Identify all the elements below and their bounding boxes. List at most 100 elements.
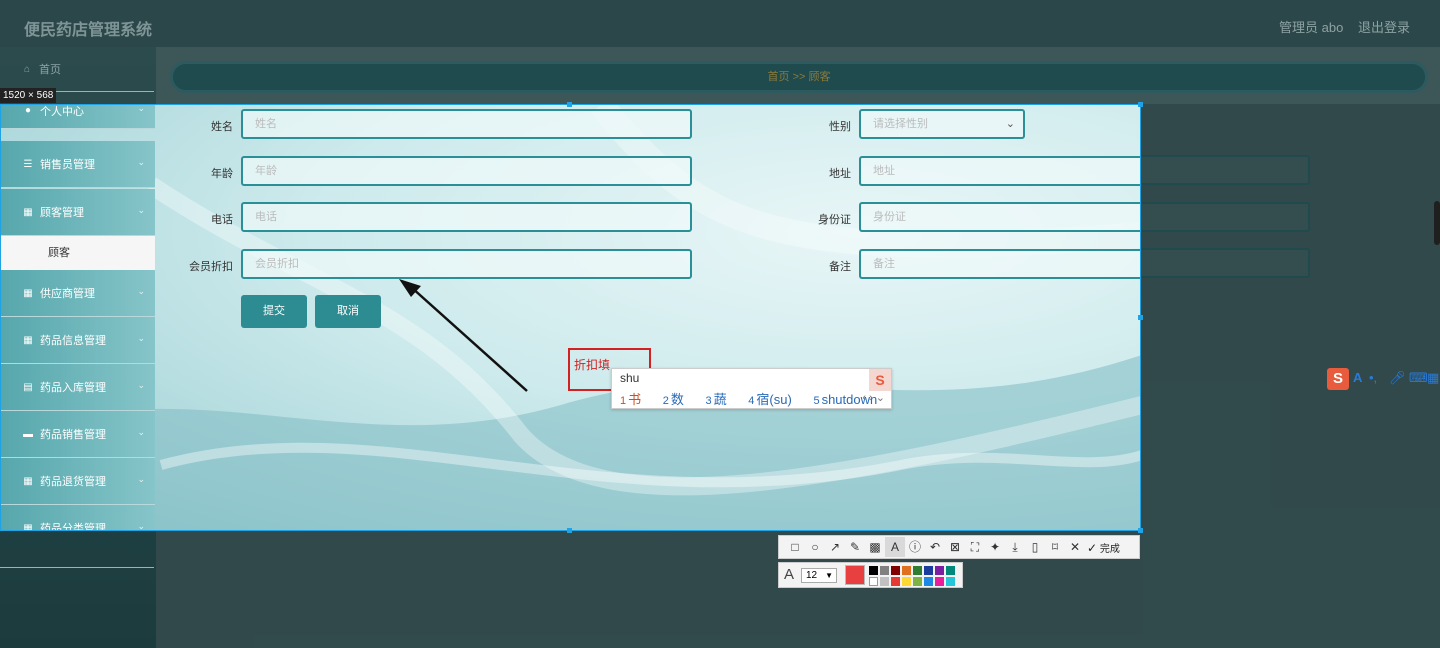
number-marker-icon[interactable]: ⓘ [905,537,925,557]
color-swatch[interactable] [924,566,933,575]
resize-handle[interactable] [1138,102,1143,107]
color-swatch[interactable] [924,577,933,586]
sidebar-item-suppliers[interactable]: ▦ 供应商管理 ⌄ [1,270,155,317]
id-input-outer [1140,202,1310,232]
color-swatch[interactable] [935,577,944,586]
color-swatch[interactable] [869,577,878,586]
ime-candidate[interactable]: 3蔬 [706,392,736,407]
chevron-down-icon: ⌄ [137,427,145,437]
gender-select[interactable]: 请选择性别 ⌄ [859,109,1025,139]
submit-button[interactable]: 提交 [241,295,307,328]
color-swatch[interactable] [913,566,922,575]
address-input[interactable]: 地址 [859,156,1140,186]
color-swatch[interactable] [902,577,911,586]
id-card-label: 身份证 [818,214,851,226]
text-properties-bar: A 12 ▼ [778,562,963,588]
resize-handle[interactable] [567,528,572,533]
cancel-button[interactable]: 取消 [315,295,381,328]
pen-icon[interactable]: ✎ [845,537,865,557]
sidebar-item-categories[interactable]: ▦ 药品分类管理 ⌄ [1,505,155,531]
microphone-icon: 🎤︎ [1389,370,1406,385]
phone-icon[interactable]: ▯ [1025,537,1045,557]
sidebar-item-label: 个人中心 [40,105,84,118]
chevron-down-icon: ⌄ [137,286,145,296]
font-size-select[interactable]: 12 ▼ [801,568,837,583]
ocr-icon[interactable]: ⊠ [945,537,965,557]
ellipse-icon[interactable]: ○ [805,537,825,557]
color-swatch[interactable] [902,566,911,575]
grid-icon: ▦ [23,475,33,487]
current-color-swatch[interactable] [845,565,865,585]
grid-icon: ▦ [23,206,33,218]
age-input[interactable]: 年龄 [241,156,692,186]
resize-handle[interactable] [567,102,572,107]
undo-icon[interactable]: ↶ [925,537,945,557]
ime-candidate[interactable]: 1书 [620,392,650,407]
color-swatch[interactable] [891,566,900,575]
sidebar-item-label: 药品分类管理 [40,523,106,531]
color-swatch[interactable] [913,577,922,586]
color-swatch[interactable] [935,566,944,575]
color-swatch[interactable] [946,577,955,586]
scan-icon[interactable]: ⛶ [965,537,985,557]
sidebar-item-label: 药品退货管理 [40,476,106,488]
sidebar-item-sales-staff[interactable]: ☰ 销售员管理 ⌄ [1,141,155,188]
clipboard-icon: ▤ [23,381,33,393]
discount-input[interactable]: 会员折扣 [241,249,692,279]
sidebar-item-label: 药品信息管理 [40,335,106,347]
close-icon[interactable]: ✕ [1065,537,1085,557]
keyboard-icon: ⌨ [1409,370,1428,385]
sidebar-item-returns[interactable]: ▦ 药品退货管理 ⌄ [1,458,155,505]
remark-input[interactable]: 备注 [859,249,1140,279]
color-swatch[interactable] [880,566,889,575]
pin-icon[interactable]: ✦ [985,537,1005,557]
arrow-icon[interactable]: ↗ [825,537,845,557]
grid-icon: ▦ [23,287,33,299]
color-swatch[interactable] [869,566,878,575]
chevron-down-icon: ⌄ [1005,118,1015,130]
capture-selection[interactable]: ● 个人中心 ⌄ ☰ 销售员管理 ⌄ ▦ 顾客管理 ⌄ 顾客 ▦ 供应商管理 ⌄… [0,104,1141,531]
ime-candidate[interactable]: 2数 [663,392,693,407]
bookmark-icon[interactable]: ⌑ [1045,537,1065,557]
color-swatch[interactable] [891,577,900,586]
chevron-down-icon: ⌄ [137,521,145,531]
color-swatch[interactable] [946,566,955,575]
top-bar: 便民药店管理系统 管理员 abo 退出登录 [0,0,1440,47]
done-button[interactable]: ✓ 完成 [1087,540,1120,555]
sidebar-item-customers[interactable]: ▦ 顾客管理 ⌄ [1,189,155,236]
sidebar-item-profile[interactable]: ● 个人中心 ⌄ [1,105,155,129]
sidebar-item-label: 供应商管理 [40,288,95,300]
sidebar-item-stock-in[interactable]: ▤ 药品入库管理 ⌄ [1,364,155,411]
scroll-handle[interactable] [1434,201,1440,245]
resize-handle[interactable] [1138,528,1143,533]
text-tool-icon[interactable]: A [885,537,905,557]
download-icon[interactable]: ⤓ [1005,537,1025,557]
grid-icon: ▦ [23,522,33,531]
rectangle-icon[interactable]: □ [785,537,805,557]
discount-label: 会员折扣 [189,261,233,273]
app-title: 便民药店管理系统 [24,22,153,39]
phone-input[interactable]: 电话 [241,202,692,232]
sidebar-subitem-customer[interactable]: 顾客 [1,236,155,270]
gender-select-placeholder: 请选择性别 [873,118,928,130]
id-card-input[interactable]: 身份证 [859,202,1140,232]
color-swatch[interactable] [880,577,889,586]
resize-handle[interactable] [1138,315,1143,320]
briefcase-icon: ▬ [23,428,33,440]
font-size-value: 12 [806,570,818,581]
sidebar-item-home[interactable]: ⌂ 首页 [0,47,154,92]
ime-candidate[interactable]: 4 宿(su) [748,392,801,407]
home-icon: ⌂ [23,63,31,75]
ime-page-nav[interactable]: ‹ › ⌄ [862,391,885,404]
ime-candidate-list: 1书 2数 3蔬 4 宿(su) 5 shutdown [620,389,895,408]
mosaic-icon[interactable]: ▩ [865,537,885,557]
name-label: 姓名 [211,121,233,133]
sidebar-item-sales[interactable]: ▬ 药品销售管理 ⌄ [1,411,155,458]
name-input[interactable]: 姓名 [241,109,692,139]
sidebar-item-drug-info[interactable]: ▦ 药品信息管理 ⌄ [1,317,155,364]
chevron-down-icon: ▼ [825,571,833,580]
ime-status-bar[interactable]: S A •, 🎤︎ ⌨ ▦ [1325,368,1440,390]
ime-candidate-window[interactable]: shu S 1书 2数 3蔬 4 宿(su) 5 shutdown ‹ › ⌄ [611,368,892,409]
current-user: 管理员 abo [1279,20,1344,35]
logout-link[interactable]: 退出登录 [1358,17,1410,36]
